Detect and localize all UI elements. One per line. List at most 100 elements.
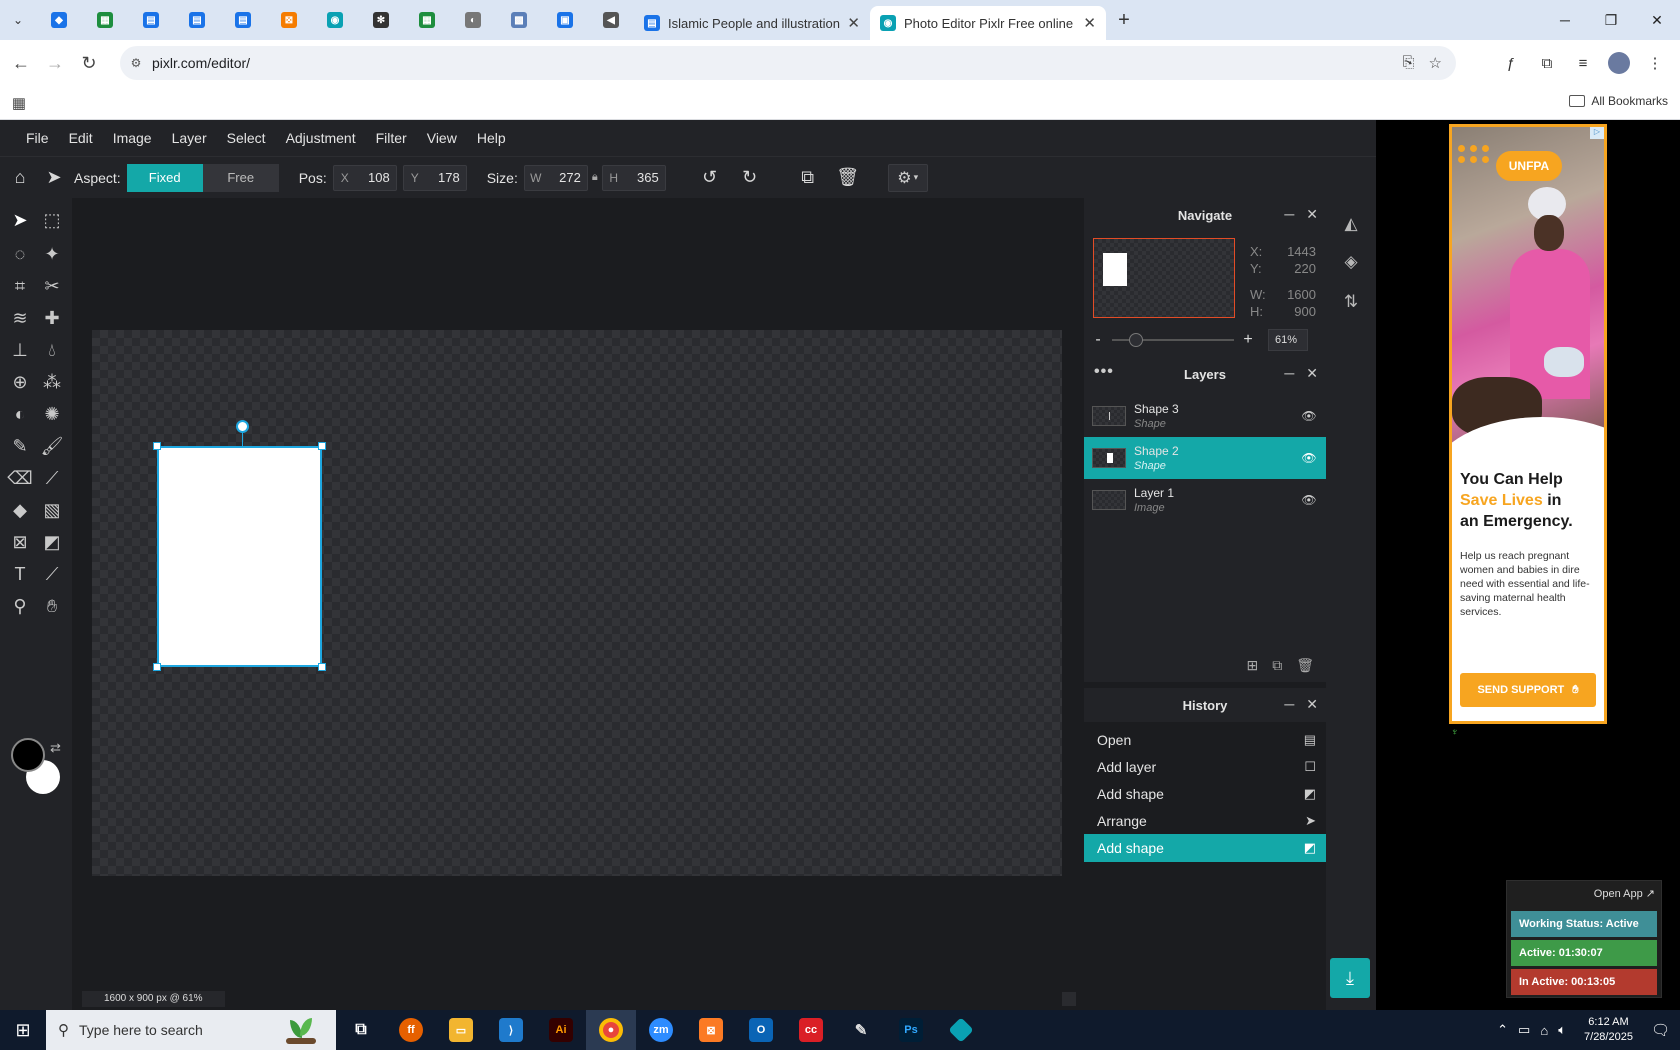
pinned-tab[interactable]: ▤ [220,0,266,40]
history-item[interactable]: Open ▤ [1084,726,1326,754]
font-extension-icon[interactable]: ƒ [1500,55,1522,72]
taskbar-search[interactable]: ⚲ Type here to search [46,1010,336,1050]
install-app-icon[interactable]: ⎘ [1403,54,1415,72]
menu-adjustment[interactable]: Adjustment [276,130,366,146]
selected-shape[interactable] [153,420,326,671]
menu-edit[interactable]: Edit [59,130,103,146]
close-panel-icon[interactable]: ✕ [1306,206,1318,223]
w-value[interactable]: 272 [547,170,587,185]
layers-panel-icon[interactable]: ◈ [1340,252,1362,272]
tab-search-chevron-icon[interactable]: ⌄ [0,0,36,40]
send-support-button[interactable]: SEND SUPPORT ✋︎ [1460,673,1596,707]
media-controls-icon[interactable]: ≡ [1572,55,1594,72]
eraser-tool-icon[interactable]: ⌫ [6,464,34,492]
windows-start-icon[interactable]: ⊞ [0,1020,46,1041]
history-item-active[interactable]: Add shape ◩ [1084,834,1326,862]
dodge-burn-icon[interactable]: ◐ [6,400,34,428]
menu-file[interactable]: File [16,130,59,146]
minimize-icon[interactable]: ─ [1542,12,1588,29]
navigate-panel-icon[interactable]: ◭ [1340,214,1362,234]
network-icon[interactable]: ⌂ [1540,1023,1548,1038]
duplicate-icon[interactable]: ⧉ [788,167,828,188]
minimize-panel-icon[interactable]: ─ [1284,696,1294,713]
sharpen-tool-icon[interactable]: ✺ [38,400,66,428]
bookmark-star-icon[interactable]: ☆ [1429,54,1442,72]
pinned-tab[interactable]: ◀ [588,0,634,40]
lasso-tool-icon[interactable]: ◌ [6,240,34,268]
pen-tool-icon[interactable]: ✎ [6,432,34,460]
home-icon[interactable]: ⌂ [0,167,40,188]
clone-stamp-icon[interactable]: ⊥ [6,336,34,364]
url-text[interactable]: pixlr.com/editor/ [152,55,250,71]
zoom-tool-icon[interactable]: ⚲ [6,592,34,620]
pinned-tab[interactable]: ◉ [312,0,358,40]
zoom-out-icon[interactable]: - [1084,331,1112,349]
menu-kebab-icon[interactable]: ⋮ [1644,54,1666,72]
layer-options-icon[interactable]: ••• [1094,363,1114,381]
eye-icon[interactable]: 👁︎ [1292,409,1326,423]
eye-icon[interactable]: 👁︎ [1292,451,1326,465]
chrome-icon[interactable]: ● [586,1010,636,1050]
close-window-icon[interactable]: ✕ [1634,12,1680,29]
back-icon[interactable]: ← [4,53,38,74]
magic-wand-icon[interactable]: ✦ [38,240,66,268]
unfpa-ad[interactable]: UNFPA ▷ You Can Help Save Lives in an Em… [1449,124,1607,724]
history-item[interactable]: Arrange ➤ [1084,807,1326,835]
volume-icon[interactable]: 🔈︎ [1558,1022,1566,1038]
app-diamond-icon[interactable] [936,1010,986,1050]
marquee-tool-icon[interactable]: ⬚ [38,206,66,234]
rotate-right-icon[interactable]: ↻ [730,167,770,188]
site-info-icon[interactable]: ⚙ [120,56,152,70]
pinned-tab[interactable]: ▦ [82,0,128,40]
rotation-handle[interactable] [236,420,249,433]
photoshop-icon[interactable]: Ps [886,1010,936,1050]
fill-bucket-icon[interactable]: ◆ [6,496,34,524]
lock-icon[interactable]: 🔒︎ [592,171,598,184]
add-layer-icon[interactable]: ⊞ [1246,657,1258,674]
color-replace-icon[interactable]: ⟋ [38,464,66,492]
tab-islamic-people[interactable]: ▤ Islamic People and illustration v ✕ [634,6,870,40]
swap-colors-icon[interactable]: ⇄ [50,740,61,756]
resize-handle[interactable] [318,663,326,671]
pixelate-tool-icon[interactable]: ⁂ [38,368,66,396]
open-app-link[interactable]: Open App ↗ [1594,887,1655,900]
navigator-thumbnail[interactable] [1093,238,1235,318]
menu-help[interactable]: Help [467,130,516,146]
y-value[interactable]: 178 [426,170,466,185]
delete-layer-icon[interactable]: 🗑︎ [1296,657,1314,674]
reload-icon[interactable]: ↻ [72,53,106,74]
new-tab-button[interactable]: + [1106,9,1142,32]
duplicate-layer-icon[interactable]: ⧉ [1272,657,1282,674]
eye-icon[interactable]: 👁︎ [1292,493,1326,507]
close-panel-icon[interactable]: ✕ [1306,365,1318,382]
pinned-tab[interactable]: ⊠ [266,0,312,40]
pos-x-field[interactable]: X 108 [332,164,397,191]
creative-cloud-icon[interactable]: cc [786,1010,836,1050]
restore-icon[interactable]: ❐ [1588,12,1634,29]
vscode-icon[interactable]: ⟩ [486,1010,536,1050]
history-item[interactable]: Add layer ☐ [1084,753,1326,781]
pinned-tab[interactable]: ▤ [128,0,174,40]
menu-image[interactable]: Image [103,130,162,146]
zoom-icon[interactable]: zm [636,1010,686,1050]
adjustments-panel-icon[interactable]: ⇅ [1340,292,1362,312]
pinned-tab[interactable]: ▣ [542,0,588,40]
resize-handle[interactable] [153,663,161,671]
layer-row-active[interactable]: Shape 2 Shape 👁︎ [1084,437,1326,479]
arrange-tool-icon[interactable]: ➤ [6,206,34,234]
outlook-icon[interactable]: O [736,1010,786,1050]
tab-pixlr-editor[interactable]: ◉ Photo Editor Pixlr Free online In ✕ [870,6,1106,40]
shape-tool-icon[interactable]: ◩ [38,528,66,556]
liquify-tool-icon[interactable]: ≋ [6,304,34,332]
rotate-left-icon[interactable]: ↺ [690,167,730,188]
pinned-tab[interactable]: ▦ [404,0,450,40]
cutout-tool-icon[interactable]: ✂ [38,272,66,300]
canvas-workspace[interactable]: 1600 x 900 px @ 61% [72,198,1084,1010]
pos-y-field[interactable]: Y 178 [402,164,467,191]
menu-view[interactable]: View [417,130,467,146]
pinned-tab[interactable]: ▤ [174,0,220,40]
notification-icon[interactable]: 🗨︎ [1651,1021,1670,1039]
layer-row[interactable]: Layer 1 Image 👁︎ [1084,479,1326,521]
minimize-panel-icon[interactable]: ─ [1284,206,1294,223]
all-bookmarks[interactable]: All Bookmarks [1569,94,1668,108]
